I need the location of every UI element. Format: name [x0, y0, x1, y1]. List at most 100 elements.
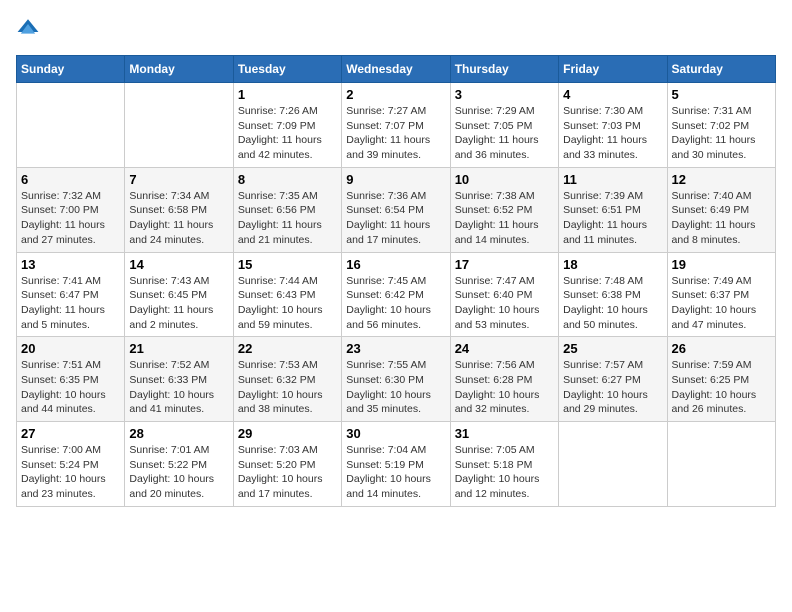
- day-number: 14: [129, 257, 228, 272]
- day-info: Sunrise: 7:32 AM Sunset: 7:00 PM Dayligh…: [21, 189, 120, 248]
- calendar-day-cell: 31 Sunrise: 7:05 AM Sunset: 5:18 PM Dayli…: [450, 422, 558, 507]
- day-info: Sunrise: 7:26 AM Sunset: 7:09 PM Dayligh…: [238, 104, 337, 163]
- calendar-day-cell: 20 Sunrise: 7:51 AM Sunset: 6:35 PM Dayli…: [17, 337, 125, 422]
- day-info: Sunrise: 7:59 AM Sunset: 6:25 PM Dayligh…: [672, 358, 771, 417]
- calendar-day-cell: 28 Sunrise: 7:01 AM Sunset: 5:22 PM Dayli…: [125, 422, 233, 507]
- calendar-week-row: 6 Sunrise: 7:32 AM Sunset: 7:00 PM Daylig…: [17, 167, 776, 252]
- day-number: 25: [563, 341, 662, 356]
- day-number: 10: [455, 172, 554, 187]
- day-number: 21: [129, 341, 228, 356]
- calendar-day-cell: 23 Sunrise: 7:55 AM Sunset: 6:30 PM Dayli…: [342, 337, 450, 422]
- day-of-week-header: Friday: [559, 56, 667, 83]
- calendar-day-cell: [559, 422, 667, 507]
- day-of-week-header: Sunday: [17, 56, 125, 83]
- day-of-week-header: Saturday: [667, 56, 775, 83]
- day-of-week-header: Monday: [125, 56, 233, 83]
- calendar-day-cell: 5 Sunrise: 7:31 AM Sunset: 7:02 PM Daylig…: [667, 83, 775, 168]
- calendar-day-cell: [125, 83, 233, 168]
- day-number: 8: [238, 172, 337, 187]
- day-info: Sunrise: 7:53 AM Sunset: 6:32 PM Dayligh…: [238, 358, 337, 417]
- day-number: 4: [563, 87, 662, 102]
- calendar-day-cell: 17 Sunrise: 7:47 AM Sunset: 6:40 PM Dayli…: [450, 252, 558, 337]
- day-info: Sunrise: 7:49 AM Sunset: 6:37 PM Dayligh…: [672, 274, 771, 333]
- calendar-day-cell: 9 Sunrise: 7:36 AM Sunset: 6:54 PM Daylig…: [342, 167, 450, 252]
- day-number: 24: [455, 341, 554, 356]
- calendar-week-row: 13 Sunrise: 7:41 AM Sunset: 6:47 PM Dayli…: [17, 252, 776, 337]
- day-number: 18: [563, 257, 662, 272]
- day-info: Sunrise: 7:44 AM Sunset: 6:43 PM Dayligh…: [238, 274, 337, 333]
- day-number: 3: [455, 87, 554, 102]
- calendar-day-cell: 3 Sunrise: 7:29 AM Sunset: 7:05 PM Daylig…: [450, 83, 558, 168]
- day-info: Sunrise: 7:39 AM Sunset: 6:51 PM Dayligh…: [563, 189, 662, 248]
- calendar-week-row: 1Sunrise: 7:26 AM Sunset: 7:09 PM Daylig…: [17, 83, 776, 168]
- day-number: 27: [21, 426, 120, 441]
- calendar-day-cell: [667, 422, 775, 507]
- calendar-day-cell: 22 Sunrise: 7:53 AM Sunset: 6:32 PM Dayli…: [233, 337, 341, 422]
- day-info: Sunrise: 7:56 AM Sunset: 6:28 PM Dayligh…: [455, 358, 554, 417]
- calendar-table: SundayMondayTuesdayWednesdayThursdayFrid…: [16, 55, 776, 507]
- day-number: 30: [346, 426, 445, 441]
- calendar-day-cell: 14 Sunrise: 7:43 AM Sunset: 6:45 PM Dayli…: [125, 252, 233, 337]
- day-info: Sunrise: 7:48 AM Sunset: 6:38 PM Dayligh…: [563, 274, 662, 333]
- day-number: 15: [238, 257, 337, 272]
- day-number: 7: [129, 172, 228, 187]
- day-info: Sunrise: 7:38 AM Sunset: 6:52 PM Dayligh…: [455, 189, 554, 248]
- calendar-day-cell: 30 Sunrise: 7:04 AM Sunset: 5:19 PM Dayli…: [342, 422, 450, 507]
- day-info: Sunrise: 7:34 AM Sunset: 6:58 PM Dayligh…: [129, 189, 228, 248]
- day-number: 29: [238, 426, 337, 441]
- calendar-day-cell: 16 Sunrise: 7:45 AM Sunset: 6:42 PM Dayli…: [342, 252, 450, 337]
- day-number: 17: [455, 257, 554, 272]
- day-info: Sunrise: 7:40 AM Sunset: 6:49 PM Dayligh…: [672, 189, 771, 248]
- page-header: [16, 16, 776, 45]
- calendar-day-cell: 7 Sunrise: 7:34 AM Sunset: 6:58 PM Daylig…: [125, 167, 233, 252]
- day-number: 19: [672, 257, 771, 272]
- calendar-day-cell: 4 Sunrise: 7:30 AM Sunset: 7:03 PM Daylig…: [559, 83, 667, 168]
- day-info: Sunrise: 7:30 AM Sunset: 7:03 PM Dayligh…: [563, 104, 662, 163]
- day-info: Sunrise: 7:45 AM Sunset: 6:42 PM Dayligh…: [346, 274, 445, 333]
- day-number: 26: [672, 341, 771, 356]
- calendar-header-row: SundayMondayTuesdayWednesdayThursdayFrid…: [17, 56, 776, 83]
- calendar-day-cell: 29 Sunrise: 7:03 AM Sunset: 5:20 PM Dayli…: [233, 422, 341, 507]
- day-number: 16: [346, 257, 445, 272]
- day-info: Sunrise: 7:43 AM Sunset: 6:45 PM Dayligh…: [129, 274, 228, 333]
- calendar-day-cell: 27 Sunrise: 7:00 AM Sunset: 5:24 PM Dayli…: [17, 422, 125, 507]
- day-of-week-header: Tuesday: [233, 56, 341, 83]
- day-number: 11: [563, 172, 662, 187]
- calendar-day-cell: 8Sunrise: 7:35 AM Sunset: 6:56 PM Daylig…: [233, 167, 341, 252]
- day-info: Sunrise: 7:05 AM Sunset: 5:18 PM Dayligh…: [455, 443, 554, 502]
- day-info: Sunrise: 7:52 AM Sunset: 6:33 PM Dayligh…: [129, 358, 228, 417]
- calendar-day-cell: 6 Sunrise: 7:32 AM Sunset: 7:00 PM Daylig…: [17, 167, 125, 252]
- day-info: Sunrise: 7:47 AM Sunset: 6:40 PM Dayligh…: [455, 274, 554, 333]
- calendar-day-cell: 19 Sunrise: 7:49 AM Sunset: 6:37 PM Dayli…: [667, 252, 775, 337]
- logo: [16, 16, 42, 45]
- calendar-day-cell: 2Sunrise: 7:27 AM Sunset: 7:07 PM Daylig…: [342, 83, 450, 168]
- day-number: 22: [238, 341, 337, 356]
- day-number: 28: [129, 426, 228, 441]
- day-of-week-header: Thursday: [450, 56, 558, 83]
- day-number: 5: [672, 87, 771, 102]
- day-info: Sunrise: 7:04 AM Sunset: 5:19 PM Dayligh…: [346, 443, 445, 502]
- calendar-day-cell: 21 Sunrise: 7:52 AM Sunset: 6:33 PM Dayli…: [125, 337, 233, 422]
- day-number: 13: [21, 257, 120, 272]
- calendar-day-cell: 15 Sunrise: 7:44 AM Sunset: 6:43 PM Dayli…: [233, 252, 341, 337]
- calendar-day-cell: 12Sunrise: 7:40 AM Sunset: 6:49 PM Dayli…: [667, 167, 775, 252]
- day-of-week-header: Wednesday: [342, 56, 450, 83]
- day-info: Sunrise: 7:29 AM Sunset: 7:05 PM Dayligh…: [455, 104, 554, 163]
- day-info: Sunrise: 7:03 AM Sunset: 5:20 PM Dayligh…: [238, 443, 337, 502]
- day-info: Sunrise: 7:55 AM Sunset: 6:30 PM Dayligh…: [346, 358, 445, 417]
- day-info: Sunrise: 7:41 AM Sunset: 6:47 PM Dayligh…: [21, 274, 120, 333]
- day-number: 31: [455, 426, 554, 441]
- day-info: Sunrise: 7:51 AM Sunset: 6:35 PM Dayligh…: [21, 358, 120, 417]
- day-info: Sunrise: 7:00 AM Sunset: 5:24 PM Dayligh…: [21, 443, 120, 502]
- day-number: 20: [21, 341, 120, 356]
- day-info: Sunrise: 7:31 AM Sunset: 7:02 PM Dayligh…: [672, 104, 771, 163]
- calendar-day-cell: 11 Sunrise: 7:39 AM Sunset: 6:51 PM Dayli…: [559, 167, 667, 252]
- day-number: 9: [346, 172, 445, 187]
- day-number: 23: [346, 341, 445, 356]
- day-info: Sunrise: 7:36 AM Sunset: 6:54 PM Dayligh…: [346, 189, 445, 248]
- day-info: Sunrise: 7:01 AM Sunset: 5:22 PM Dayligh…: [129, 443, 228, 502]
- calendar-week-row: 20 Sunrise: 7:51 AM Sunset: 6:35 PM Dayli…: [17, 337, 776, 422]
- day-number: 6: [21, 172, 120, 187]
- day-info: Sunrise: 7:57 AM Sunset: 6:27 PM Dayligh…: [563, 358, 662, 417]
- calendar-day-cell: 24 Sunrise: 7:56 AM Sunset: 6:28 PM Dayli…: [450, 337, 558, 422]
